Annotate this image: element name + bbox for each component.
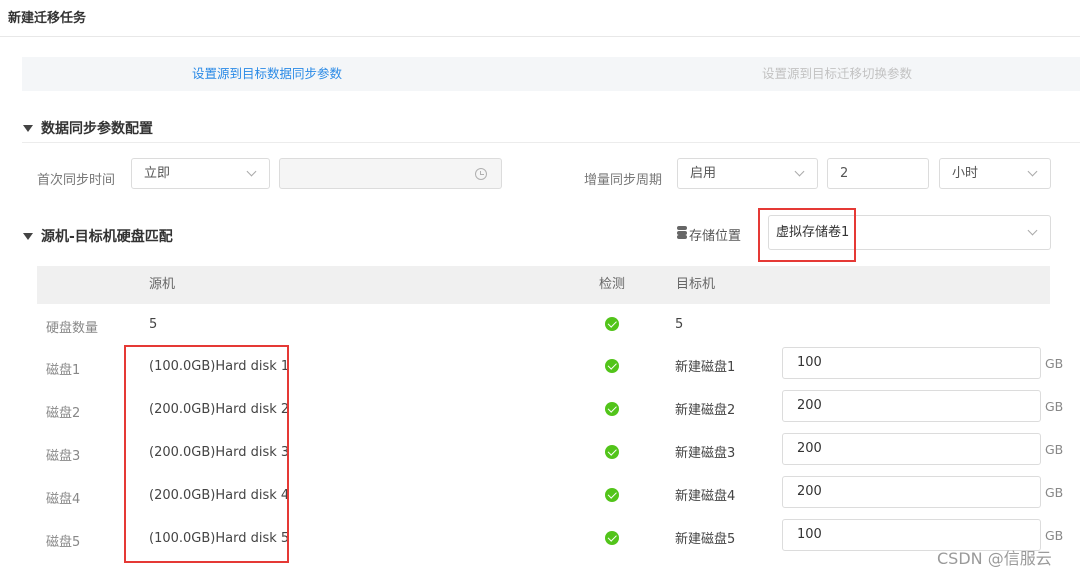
disk-section-title: 源机-目标机硬盘匹配 — [41, 229, 173, 245]
source-disk: (200.0GB)Hard disk 2 — [149, 402, 290, 417]
source-disk: (200.0GB)Hard disk 3 — [149, 445, 290, 460]
target-disk-label: 新建磁盘3 — [675, 446, 736, 461]
watermark: CSDN @信服云 — [937, 549, 1052, 568]
first-sync-value: 立即 — [144, 166, 171, 181]
first-sync-label: 首次同步时间 — [37, 173, 116, 188]
unit-label: GB — [1045, 399, 1064, 414]
check-icon — [605, 402, 619, 416]
disk-row-label: 磁盘4 — [46, 492, 81, 507]
step-sync-params[interactable]: 设置源到目标数据同步参数 — [142, 57, 392, 91]
target-disk-size-input[interactable]: 200 — [782, 433, 1041, 465]
target-disk-count: 5 — [675, 317, 684, 332]
storage-location-value: 虚拟存储卷1 — [776, 225, 850, 240]
disk-row-label: 磁盘5 — [46, 535, 81, 550]
column-target: 目标机 — [676, 277, 716, 292]
check-icon — [605, 445, 619, 459]
collapse-triangle-icon — [23, 232, 33, 240]
source-disk: (200.0GB)Hard disk 4 — [149, 488, 290, 503]
step-switch-params[interactable]: 设置源到目标迁移切换参数 — [662, 57, 1012, 91]
chevron-down-icon — [1027, 225, 1038, 236]
check-icon — [605, 317, 619, 331]
sync-section-header[interactable]: 数据同步参数配置 — [23, 118, 153, 138]
target-disk-label: 新建磁盘5 — [675, 532, 736, 547]
disk-count-label: 硬盘数量 — [46, 321, 99, 336]
disk-row-label: 磁盘1 — [46, 363, 81, 378]
incremental-mode-select[interactable]: 启用 — [677, 158, 818, 189]
target-disk-label: 新建磁盘1 — [675, 360, 736, 375]
incremental-sync-label: 增量同步周期 — [584, 173, 663, 188]
unit-label: GB — [1045, 485, 1064, 500]
target-disk-label: 新建磁盘2 — [675, 403, 736, 418]
disk-section-header[interactable]: 源机-目标机硬盘匹配 — [23, 226, 173, 246]
target-disk-size-input[interactable]: 100 — [782, 347, 1041, 379]
target-disk-size-input[interactable]: 200 — [782, 390, 1041, 422]
sync-section-title: 数据同步参数配置 — [41, 121, 153, 137]
disk-row-label: 磁盘2 — [46, 406, 81, 421]
unit-label: GB — [1045, 442, 1064, 457]
first-sync-select[interactable]: 立即 — [131, 158, 270, 189]
disk-table-header: 源机 检测 目标机 — [37, 266, 1050, 304]
column-source: 源机 — [149, 277, 176, 292]
incremental-interval-value: 2 — [840, 166, 849, 181]
page-title: 新建迁移任务 — [8, 11, 87, 26]
storage-location-select[interactable]: 虚拟存储卷1 — [768, 215, 1051, 250]
collapse-triangle-icon — [23, 124, 33, 132]
check-icon — [605, 359, 619, 373]
incremental-interval-input[interactable]: 2 — [827, 158, 929, 189]
unit-label: GB — [1045, 528, 1064, 543]
incremental-unit-value: 小时 — [952, 166, 979, 181]
source-disk: (100.0GB)Hard disk 5 — [149, 531, 290, 546]
incremental-mode-value: 启用 — [690, 166, 717, 181]
chevron-down-icon — [1027, 166, 1038, 177]
clock-icon — [475, 168, 487, 180]
storage-location-label: 存储位置 — [689, 229, 742, 244]
column-check: 检测 — [599, 277, 626, 292]
check-icon — [605, 488, 619, 502]
unit-label: GB — [1045, 356, 1064, 371]
chevron-down-icon — [246, 166, 257, 177]
source-disk: (100.0GB)Hard disk 1 — [149, 359, 290, 374]
target-disk-size-input[interactable]: 200 — [782, 476, 1041, 508]
first-sync-time-picker[interactable] — [279, 158, 502, 189]
target-disk-label: 新建磁盘4 — [675, 489, 736, 504]
disk-row-label: 磁盘3 — [46, 449, 81, 464]
section-divider — [22, 142, 1080, 143]
database-icon — [677, 226, 687, 239]
title-divider — [0, 36, 1080, 37]
check-icon — [605, 531, 619, 545]
chevron-down-icon — [794, 166, 805, 177]
steps-bar: 设置源到目标数据同步参数 设置源到目标迁移切换参数 — [22, 57, 1080, 91]
source-disk-count: 5 — [149, 317, 158, 332]
incremental-unit-select[interactable]: 小时 — [939, 158, 1051, 189]
